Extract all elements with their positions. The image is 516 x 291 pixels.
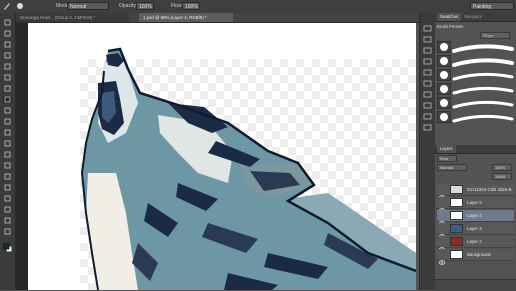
tab-descarga[interactable]: Descarga Howl... (Group 2, CMYK/8) *: [16, 13, 129, 22]
color-icon[interactable]: [423, 41, 432, 54]
layer-thumbnail: [450, 211, 463, 220]
document-tabs: Descarga Howl... (Group 2, CMYK/8) * 1.p…: [16, 13, 419, 23]
gradient-icon[interactable]: [3, 140, 12, 147]
blur-icon[interactable]: [3, 151, 12, 158]
eye-icon[interactable]: [438, 239, 446, 252]
mode-select[interactable]: Normal: [67, 2, 109, 10]
opacity-field[interactable]: 100%: [136, 2, 154, 10]
eye-icon[interactable]: [438, 187, 446, 200]
layer-name: Layer 3: [467, 226, 482, 231]
tab-swatches[interactable]: Swatches: [437, 13, 462, 21]
opacity-label: Opacity:: [119, 3, 138, 9]
properties-icon[interactable]: [423, 30, 432, 43]
eyedropper-icon[interactable]: [3, 74, 12, 81]
layer-row[interactable]: Layer 5: [437, 197, 514, 213]
foreground-color-swatch[interactable]: [3, 243, 12, 252]
eye-icon[interactable]: [438, 226, 446, 239]
layer-row[interactable]: Layer 4: [437, 210, 514, 226]
options-bar: Mode: Normal Opacity: 100% Flow: 100% Pa…: [0, 0, 516, 14]
eye-icon[interactable]: [438, 200, 446, 213]
zoom-icon[interactable]: [3, 228, 12, 235]
move-icon[interactable]: [3, 19, 12, 26]
tab-label: 1.psd @ 58% (Layer 4, RGB/8) *: [143, 15, 207, 20]
dodge-icon[interactable]: [3, 162, 12, 169]
layer-thumbnail: [450, 198, 463, 207]
marquee-icon[interactable]: [3, 30, 12, 37]
stamp-icon[interactable]: [3, 107, 12, 114]
layer-row[interactable]: Layer 3: [437, 223, 514, 239]
flow-field[interactable]: 100%: [182, 2, 200, 10]
layer-thumbnail: [450, 237, 463, 246]
panel-icon-strip: [419, 13, 436, 290]
hand-icon[interactable]: [3, 217, 12, 224]
brush-size-field[interactable]: 70 px: [480, 32, 510, 39]
blend-mode-select[interactable]: Normal: [437, 164, 467, 171]
layer-opacity-field[interactable]: 100%: [492, 164, 512, 171]
layer-thumbnail: [450, 224, 463, 233]
clone-source-icon[interactable]: [423, 118, 432, 131]
brush-preset-5[interactable]: [437, 97, 451, 109]
adjustments-icon[interactable]: [423, 63, 432, 76]
character-icon[interactable]: [423, 85, 432, 98]
healing-icon[interactable]: [3, 85, 12, 92]
eye-icon[interactable]: [438, 252, 446, 265]
brush-picker-icon[interactable]: [16, 1, 26, 11]
shape-icon[interactable]: [3, 206, 12, 213]
layer-fill-field[interactable]: 100%: [492, 173, 512, 180]
path-select-icon[interactable]: [3, 195, 12, 202]
layer-name: Layer 4: [467, 213, 482, 218]
history-brush-icon[interactable]: [3, 118, 12, 125]
tab-label: Descarga Howl... (Group 2, CMYK/8) *: [20, 15, 96, 20]
layer-row[interactable]: Ozr12344 Cdsl 4d2a-8...: [437, 184, 514, 200]
tools-panel: [0, 13, 16, 290]
lasso-icon[interactable]: [3, 41, 12, 48]
swatch-icon[interactable]: [423, 52, 432, 65]
brush-panel-tabs: Swatches Navigator: [435, 13, 516, 22]
history-icon[interactable]: [423, 19, 432, 32]
brush-preset-2[interactable]: [437, 55, 451, 67]
layer-thumbnail: [450, 250, 463, 259]
brush-preset-3[interactable]: [437, 69, 451, 81]
eraser-icon[interactable]: [3, 129, 12, 136]
layer-name: Layer 2: [467, 239, 482, 244]
brush-preset-6[interactable]: [437, 111, 451, 123]
workspace-select[interactable]: Painting: [470, 2, 514, 10]
tab-1-psd[interactable]: 1.psd @ 58% (Layer 4, RGB/8) *: [139, 13, 233, 22]
paragraph-icon[interactable]: [423, 74, 432, 87]
brush-stroke-previews: [452, 44, 514, 123]
layers-panel-tabs: Layers: [435, 145, 516, 154]
brush-presets-title: Brush Presets: [437, 24, 464, 29]
crop-icon[interactable]: [3, 63, 12, 70]
wolf-illustration: [80, 47, 416, 290]
layer-thumbnail: [450, 185, 463, 194]
document-canvas[interactable]: [28, 23, 416, 290]
pen-icon[interactable]: [3, 173, 12, 180]
brush-tool-preset-icon[interactable]: [2, 1, 12, 11]
layer-row[interactable]: Background: [437, 249, 514, 265]
actions-icon[interactable]: [423, 96, 432, 109]
brush-icon[interactable]: [423, 107, 432, 120]
eye-icon[interactable]: [438, 213, 446, 226]
layer-name: Ozr12344 Cdsl 4d2a-8...: [467, 187, 513, 192]
type-icon[interactable]: [3, 184, 12, 191]
layer-name: Layer 5: [467, 200, 482, 205]
brush-icon[interactable]: [3, 96, 12, 103]
tab-layers[interactable]: Layers: [437, 145, 456, 153]
brush-preset-1[interactable]: [437, 41, 451, 53]
quick-select-icon[interactable]: [3, 52, 12, 59]
kind-filter[interactable]: Kind: [437, 155, 457, 162]
brush-preset-4[interactable]: [437, 83, 451, 95]
layers-list: Ozr12344 Cdsl 4d2a-8... Layer 5 Layer 4 Lay…: [435, 184, 516, 274]
layers-footer: [435, 279, 516, 291]
tab-navigator[interactable]: Navigator: [461, 13, 485, 21]
layer-name: Background: [467, 252, 491, 257]
right-panels: Swatches Navigator Brush Presets 70 px L…: [435, 13, 516, 291]
layer-row[interactable]: Layer 2: [437, 236, 514, 252]
